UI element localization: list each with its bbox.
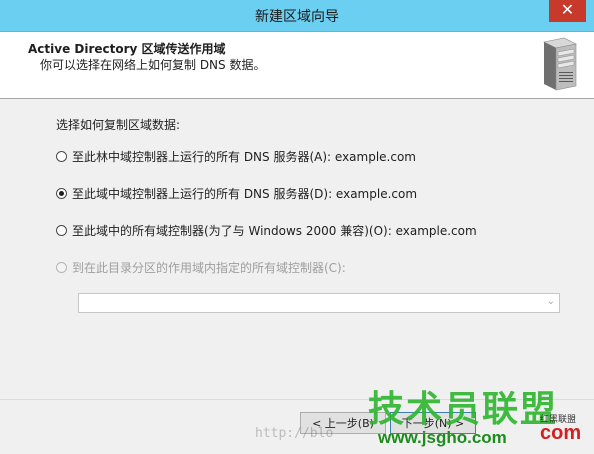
watermark-url-faint: http://blo bbox=[255, 426, 334, 441]
title-bar: 新建区域向导 ✕ bbox=[0, 0, 594, 32]
header-subtitle: 你可以选择在网络上如何复制 DNS 数据。 bbox=[40, 58, 266, 72]
radio-button-disabled bbox=[56, 262, 67, 273]
wizard-header: Active Directory 区域传送作用域 你可以选择在网络上如何复制 D… bbox=[0, 32, 594, 99]
prompt-label: 选择如何复制区域数据: bbox=[56, 118, 181, 132]
watermark-logo-text: 技术员联盟 bbox=[368, 389, 559, 430]
window-title: 新建区域向导 bbox=[255, 8, 339, 25]
wizard-content: 选择如何复制区域数据: 至此林中域控制器上运行的所有 DNS 服务器(A): e… bbox=[0, 99, 594, 399]
radio-button[interactable] bbox=[56, 151, 67, 162]
radio-button[interactable] bbox=[56, 225, 67, 236]
watermark-url: www.jsgho.com bbox=[378, 428, 507, 447]
watermark-red-text: com bbox=[540, 422, 582, 444]
option-domain-dns[interactable]: 至此域中域控制器上运行的所有 DNS 服务器(D): example.com bbox=[56, 185, 417, 202]
chevron-down-icon: ⌄ bbox=[546, 296, 555, 307]
option-label: 到在此目录分区的作用域内指定的所有域控制器(C): bbox=[72, 261, 346, 275]
option-label: 至此域中的所有域控制器(为了与 Windows 2000 兼容)(O): exa… bbox=[72, 224, 477, 238]
option-label: 至此林中域控制器上运行的所有 DNS 服务器(A): example.com bbox=[72, 150, 416, 164]
header-title: Active Directory 区域传送作用域 bbox=[28, 42, 226, 56]
close-button[interactable]: ✕ bbox=[549, 0, 586, 22]
option-forest-dns[interactable]: 至此林中域控制器上运行的所有 DNS 服务器(A): example.com bbox=[56, 148, 416, 165]
radio-button-selected[interactable] bbox=[56, 188, 67, 199]
partition-select: ⌄ bbox=[78, 293, 560, 313]
server-icon bbox=[543, 37, 577, 91]
option-domain-controllers[interactable]: 至此域中的所有域控制器(为了与 Windows 2000 兼容)(O): exa… bbox=[56, 222, 477, 239]
option-directory-partition: 到在此目录分区的作用域内指定的所有域控制器(C): bbox=[56, 259, 346, 276]
option-label: 至此域中域控制器上运行的所有 DNS 服务器(D): example.com bbox=[72, 187, 418, 201]
